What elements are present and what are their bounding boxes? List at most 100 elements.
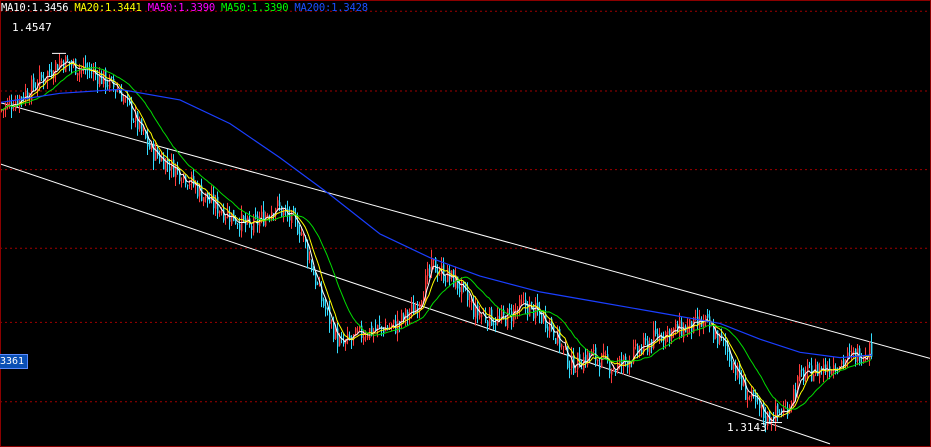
- candle-body: [323, 299, 325, 307]
- candle-body: [377, 325, 379, 330]
- candle-body: [401, 313, 403, 323]
- candle-body: [317, 283, 319, 285]
- candle-body: [261, 211, 263, 218]
- candle-body: [791, 402, 793, 405]
- candle-body: [117, 90, 119, 92]
- candle-body: [481, 315, 483, 317]
- candle-body: [755, 392, 757, 402]
- candle-body: [531, 301, 533, 304]
- candle-body: [253, 217, 255, 233]
- candle-body: [217, 196, 219, 214]
- grid-lines: [0, 10, 931, 403]
- candle-body: [55, 62, 57, 75]
- candle-body: [681, 321, 683, 337]
- candle-body: [581, 368, 583, 370]
- candle-body: [499, 317, 501, 319]
- trend-channel: [0, 102, 931, 445]
- candle-body: [33, 77, 35, 88]
- candle-body: [655, 328, 657, 335]
- candle-body: [869, 343, 871, 361]
- candle-body: [589, 353, 591, 356]
- candle-body: [687, 325, 689, 334]
- candle-body: [263, 210, 265, 226]
- candle-body: [459, 286, 461, 293]
- candle-body: [493, 323, 495, 325]
- candle-body: [159, 155, 161, 162]
- candle-body: [229, 213, 231, 222]
- candle-body: [817, 363, 819, 376]
- candle-body: [515, 309, 517, 311]
- candle-body: [67, 58, 69, 61]
- candle-body: [251, 225, 253, 231]
- candle-body: [181, 181, 183, 183]
- candle-body: [299, 232, 301, 236]
- candle-body: [375, 327, 377, 330]
- candle-body: [133, 121, 135, 123]
- candle-body: [851, 351, 853, 353]
- candle-body: [301, 232, 303, 236]
- candlestick-chart: [0, 0, 931, 447]
- legend-ma10: MA10:1.3456: [1, 2, 69, 14]
- channel-line-0: [0, 102, 931, 360]
- candle-body: [237, 223, 239, 225]
- candle-body: [675, 324, 677, 328]
- candle-body: [225, 217, 227, 219]
- candle-body: [487, 321, 489, 327]
- candle-body: [311, 260, 313, 271]
- candle-body: [47, 71, 49, 80]
- candle-body: [41, 74, 43, 78]
- candle-body: [593, 349, 595, 351]
- candle-body: [203, 197, 205, 202]
- candle-body: [333, 321, 335, 339]
- current-price-tag[interactable]: 3361: [0, 354, 29, 369]
- candle-body: [197, 184, 199, 197]
- candle-body: [611, 370, 613, 375]
- candle-body: [443, 264, 445, 282]
- candle-body: [833, 365, 835, 373]
- candle-body: [841, 361, 843, 365]
- candle-body: [13, 108, 15, 110]
- candle-body: [509, 308, 511, 310]
- ma-legend: MA10:1.3456 MA20:1.3441 MA50:1.3390 MA50:1.…: [1, 2, 374, 15]
- candle-body: [445, 280, 447, 282]
- candle-body: [453, 270, 455, 287]
- candle-body: [713, 326, 715, 340]
- candle-body: [365, 336, 367, 338]
- candle-body: [749, 395, 751, 397]
- candle-body: [267, 215, 269, 217]
- candle-body: [243, 216, 245, 220]
- candle-body: [57, 64, 59, 70]
- candle-body: [645, 338, 647, 341]
- candle-body: [187, 185, 189, 187]
- candle-body: [153, 143, 155, 161]
- candle-body: [733, 365, 735, 369]
- candle-body: [65, 56, 67, 73]
- candle-body: [707, 314, 709, 318]
- candle-body: [667, 330, 669, 335]
- candle-body: [413, 304, 415, 315]
- candle-body: [641, 349, 643, 353]
- candle-body: [525, 299, 527, 306]
- candle-body: [307, 243, 309, 261]
- candle-body: [473, 302, 475, 317]
- candle-body: [467, 290, 469, 301]
- candle-body: [339, 339, 341, 346]
- candle-body: [523, 300, 525, 302]
- candle-body: [653, 330, 655, 349]
- candle-body: [689, 319, 691, 328]
- candle-body: [105, 69, 107, 88]
- candle-body: [605, 354, 607, 356]
- candle-body: [849, 350, 851, 352]
- candle-body: [715, 332, 717, 338]
- candle-body: [297, 219, 299, 234]
- candle-body: [91, 72, 93, 74]
- candle-body: [741, 377, 743, 386]
- candle-body: [597, 360, 599, 362]
- chart-border: [0, 0, 931, 447]
- legend-ma200: MA200:1.3428: [294, 2, 368, 14]
- candle-body: [779, 411, 781, 413]
- candle-body: [331, 321, 333, 322]
- candle-body: [513, 309, 515, 324]
- candle-body: [577, 352, 579, 370]
- candle-body: [411, 304, 413, 312]
